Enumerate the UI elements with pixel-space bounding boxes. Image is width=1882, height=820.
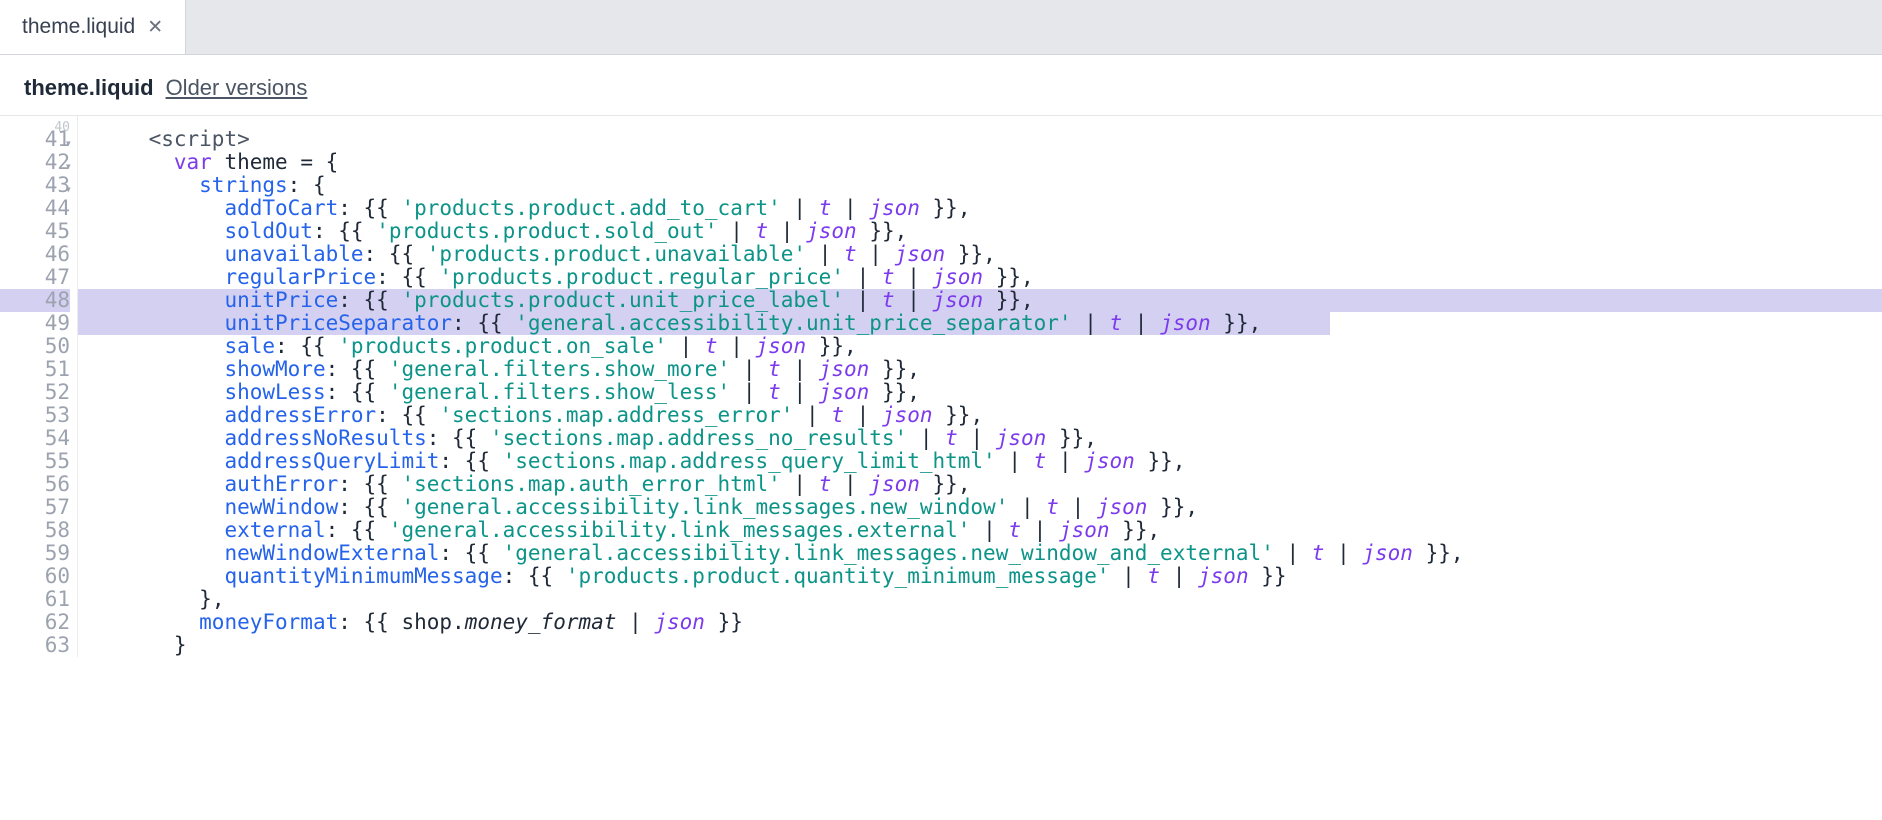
- tab-bar: theme.liquid ✕: [0, 0, 1882, 55]
- code-line[interactable]: },: [98, 588, 1882, 611]
- code-line[interactable]: strings: {: [98, 174, 1882, 197]
- code-line[interactable]: unitPriceSeparator: {{ 'general.accessib…: [98, 312, 1882, 335]
- line-number: 51: [0, 358, 70, 381]
- code-line[interactable]: <script>: [98, 128, 1882, 151]
- line-number: 53: [0, 404, 70, 427]
- code-line[interactable]: unavailable: {{ 'products.product.unavai…: [98, 243, 1882, 266]
- close-icon[interactable]: ✕: [147, 16, 163, 39]
- line-number: 60: [0, 565, 70, 588]
- code-line[interactable]: unitPrice: {{ 'products.product.unit_pri…: [98, 289, 1882, 312]
- code-line[interactable]: addressNoResults: {{ 'sections.map.addre…: [98, 427, 1882, 450]
- line-number: 43▾: [0, 174, 70, 197]
- line-number: 50: [0, 335, 70, 358]
- code-line[interactable]: regularPrice: {{ 'products.product.regul…: [98, 266, 1882, 289]
- code-line[interactable]: moneyFormat: {{ shop.money_format | json…: [98, 611, 1882, 634]
- breadcrumb-file: theme.liquid: [24, 75, 154, 101]
- code-line[interactable]: authError: {{ 'sections.map.auth_error_h…: [98, 473, 1882, 496]
- line-number: 47: [0, 266, 70, 289]
- line-gutter[interactable]: 4041▾42▾43▾44454647484950515253545556575…: [0, 116, 78, 657]
- line-number: 59: [0, 542, 70, 565]
- line-number: 63: [0, 634, 70, 657]
- line-number: 49: [0, 312, 70, 335]
- line-number: 62: [0, 611, 70, 634]
- code-line[interactable]: showMore: {{ 'general.filters.show_more'…: [98, 358, 1882, 381]
- tab-title: theme.liquid: [22, 15, 135, 39]
- line-number: 54: [0, 427, 70, 450]
- code-line[interactable]: showLess: {{ 'general.filters.show_less'…: [98, 381, 1882, 404]
- breadcrumb: theme.liquid Older versions: [0, 55, 1882, 115]
- code-line[interactable]: }: [98, 634, 1882, 657]
- code-line[interactable]: newWindow: {{ 'general.accessibility.lin…: [98, 496, 1882, 519]
- line-number: 41▾: [0, 128, 70, 151]
- code-line[interactable]: quantityMinimumMessage: {{ 'products.pro…: [98, 565, 1882, 588]
- tab-theme-liquid[interactable]: theme.liquid ✕: [0, 0, 186, 54]
- code-line[interactable]: addressQueryLimit: {{ 'sections.map.addr…: [98, 450, 1882, 473]
- code-line[interactable]: sale: {{ 'products.product.on_sale' | t …: [98, 335, 1882, 358]
- code-line[interactable]: addToCart: {{ 'products.product.add_to_c…: [98, 197, 1882, 220]
- line-number: 44: [0, 197, 70, 220]
- line-number: 45: [0, 220, 70, 243]
- line-number: 57: [0, 496, 70, 519]
- code-line[interactable]: external: {{ 'general.accessibility.link…: [98, 519, 1882, 542]
- line-number: 52: [0, 381, 70, 404]
- line-number: 61: [0, 588, 70, 611]
- code-line[interactable]: var theme = {: [98, 151, 1882, 174]
- code-area[interactable]: <script> var theme = { strings: { addToC…: [78, 116, 1882, 657]
- line-number: 58: [0, 519, 70, 542]
- line-number: 48: [0, 289, 70, 312]
- code-line[interactable]: soldOut: {{ 'products.product.sold_out' …: [98, 220, 1882, 243]
- code-line[interactable]: newWindowExternal: {{ 'general.accessibi…: [98, 542, 1882, 565]
- line-number: 46: [0, 243, 70, 266]
- line-number: 42▾: [0, 151, 70, 174]
- editor: 4041▾42▾43▾44454647484950515253545556575…: [0, 115, 1882, 657]
- line-number: 55: [0, 450, 70, 473]
- older-versions-link[interactable]: Older versions: [166, 75, 308, 101]
- code-line[interactable]: addressError: {{ 'sections.map.address_e…: [98, 404, 1882, 427]
- line-number: 56: [0, 473, 70, 496]
